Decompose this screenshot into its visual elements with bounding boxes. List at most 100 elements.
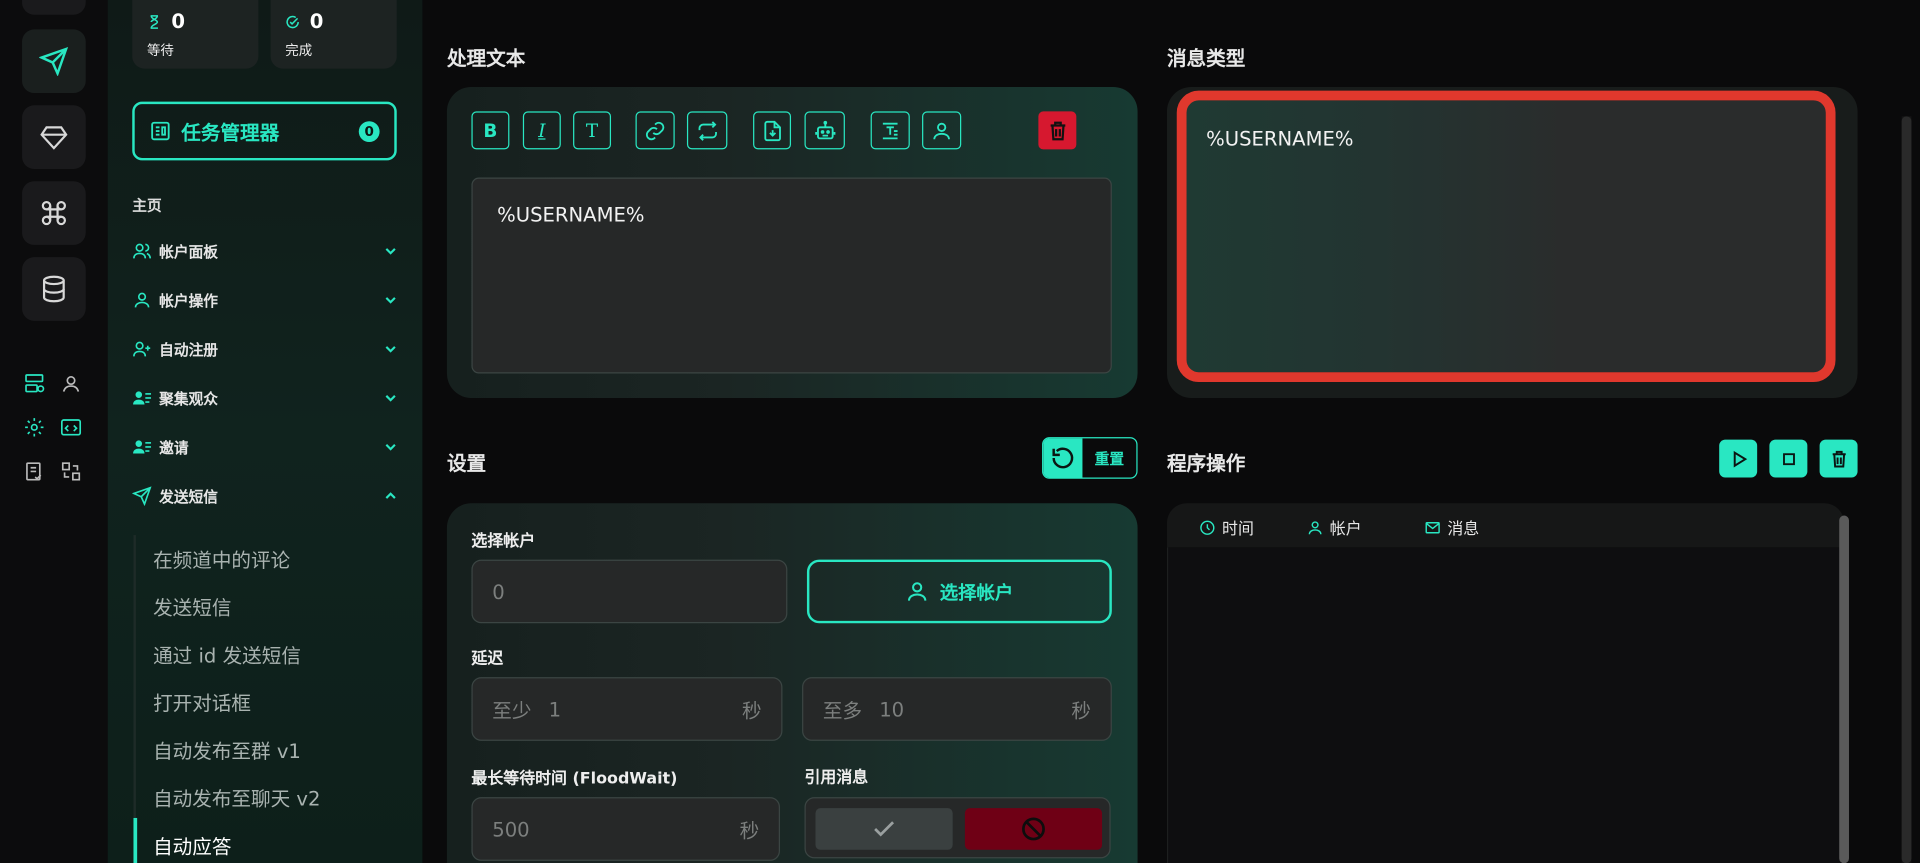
submenu-auto-reply[interactable]: 自动应答: [153, 830, 231, 859]
process-text-panel: B I T %USERNAME%: [446, 86, 1138, 398]
repeat-icon: [697, 120, 717, 141]
delay-min-prefix: 至少: [492, 699, 532, 723]
select-account-label: 选择帐户: [471, 532, 536, 552]
file-import-icon: [763, 120, 781, 141]
delay-min-value: 1: [548, 697, 562, 721]
process-text-title: 处理文本: [446, 46, 526, 70]
stop-button[interactable]: [1769, 439, 1808, 478]
col-account[interactable]: 帐户: [1307, 516, 1362, 539]
rail-top-button[interactable]: [22, 0, 86, 15]
user-icon: [1308, 520, 1322, 534]
nav-invite[interactable]: 邀请: [132, 435, 399, 459]
submenu-rail: [133, 535, 136, 863]
clock-icon: [1200, 520, 1215, 535]
quote-yes-button[interactable]: [815, 808, 953, 850]
task-count-badge: 0: [358, 121, 380, 143]
text-button[interactable]: T: [573, 111, 612, 150]
select-account-button[interactable]: 选择帐户: [806, 559, 1112, 624]
page-scrollbar-thumb[interactable]: [1901, 116, 1912, 863]
chevron-up-icon: [385, 492, 396, 499]
gear-icon[interactable]: [21, 414, 48, 441]
submenu-send-by-id[interactable]: 通过 id 发送短信: [153, 639, 301, 668]
floodwait-label: 最长等待时间 (FloodWait): [471, 770, 678, 789]
task-manager-button[interactable]: 任务管理器 0: [132, 101, 397, 161]
clear-text-button[interactable]: [1038, 111, 1077, 150]
stop-icon: [1782, 452, 1795, 465]
submenu-autopost-chat-v2[interactable]: 自动发布至聊天 v2: [153, 782, 320, 811]
floodwait-field[interactable]: 500 秒: [471, 797, 781, 861]
col-message[interactable]: 消息: [1424, 516, 1479, 539]
col-time[interactable]: 时间: [1199, 516, 1254, 539]
nav-account-actions[interactable]: 帐户操作: [132, 288, 399, 312]
sidebar: 0 等待 0 完成 任务管理器 0 主页 帐户面板 帐户操作 自动注册 聚集观众…: [107, 0, 423, 863]
submenu-channel-comments[interactable]: 在频道中的评论: [153, 544, 290, 573]
message-type-title: 消息类型: [1166, 46, 1246, 70]
user-list-icon: [133, 440, 152, 454]
chevron-down-icon: [385, 297, 396, 304]
insert-username-button[interactable]: [922, 111, 962, 150]
send-icon[interactable]: [22, 29, 86, 94]
account-count-field[interactable]: 0: [471, 559, 788, 624]
delay-max-unit: 秒: [1071, 699, 1092, 723]
process-text-input[interactable]: %USERNAME%: [471, 177, 1112, 374]
delay-max-field[interactable]: 至多 10 秒: [802, 677, 1112, 741]
delay-min-unit: 秒: [742, 699, 762, 723]
italic-button[interactable]: I: [522, 111, 561, 150]
bot-button[interactable]: [804, 111, 845, 150]
play-icon: [1733, 450, 1747, 467]
delay-min-field[interactable]: 至少 1 秒: [471, 677, 783, 741]
log-table-header: 时间 帐户 消息: [1166, 503, 1845, 548]
link-button[interactable]: [635, 111, 675, 150]
play-button[interactable]: [1719, 439, 1758, 478]
repeat-button[interactable]: [686, 111, 728, 150]
stat-waiting: 0 等待: [132, 0, 259, 69]
stat-label: 等待: [146, 42, 174, 59]
message-type-display[interactable]: %USERNAME%: [1176, 90, 1836, 383]
swap-icon[interactable]: [58, 458, 85, 485]
stat-label: 完成: [285, 42, 313, 59]
nav-auto-register[interactable]: 自动注册: [132, 337, 399, 361]
nav-label: 聚集观众: [159, 390, 218, 408]
hourglass-icon: [150, 14, 159, 29]
nav-label: 发送短信: [159, 487, 218, 506]
ban-icon: [1022, 817, 1045, 841]
quote-no-button[interactable]: [964, 808, 1103, 850]
check-circle-icon: [286, 15, 299, 28]
checklist-icon[interactable]: [21, 458, 48, 485]
database-icon[interactable]: [22, 257, 86, 321]
users-icon: [133, 243, 152, 259]
user-circle-icon[interactable]: [58, 370, 85, 397]
floodwait-value: 500: [492, 817, 530, 841]
program-actions-title: 程序操作: [1166, 451, 1246, 476]
server-settings-icon[interactable]: [21, 370, 48, 397]
reset-button[interactable]: 重置: [1042, 437, 1138, 479]
col-account-label: 帐户: [1329, 520, 1362, 539]
col-time-label: 时间: [1222, 520, 1254, 539]
insert-file-button[interactable]: [753, 111, 792, 150]
nav-send-sms[interactable]: 发送短信: [132, 484, 399, 508]
submenu-send-sms[interactable]: 发送短信: [153, 591, 231, 620]
nav-gather-audience[interactable]: 聚集观众: [132, 386, 399, 410]
command-icon[interactable]: [22, 181, 86, 245]
log-scrollbar[interactable]: [1839, 515, 1849, 863]
code-window-icon[interactable]: [58, 414, 85, 441]
message-type-panel: %USERNAME%: [1166, 86, 1858, 398]
clear-log-button[interactable]: [1819, 439, 1858, 478]
robot-icon: [814, 120, 835, 139]
nav-account-panel[interactable]: 帐户面板: [132, 239, 399, 263]
settings-panel: 选择帐户 0 选择帐户 延迟 至少 1 秒 至多 10 秒 最长等待时间 (Fl…: [446, 503, 1138, 863]
nav-label: 自动注册: [159, 341, 218, 359]
text-format-button[interactable]: [870, 111, 910, 150]
col-message-label: 消息: [1447, 520, 1480, 539]
send-icon: [132, 486, 152, 506]
submenu-active-indicator: [133, 817, 138, 863]
submenu-open-dialog[interactable]: 打开对话框: [153, 687, 251, 716]
user-plus-icon: [133, 341, 151, 357]
diamond-icon[interactable]: [22, 105, 86, 169]
mail-icon: [1425, 521, 1440, 533]
bold-button[interactable]: B: [471, 111, 510, 150]
stat-value: 0: [309, 9, 324, 34]
submenu-autopost-group-v1[interactable]: 自动发布至群 v1: [153, 735, 301, 764]
chevron-down-icon: [385, 444, 396, 451]
home-link[interactable]: 主页: [132, 195, 161, 216]
